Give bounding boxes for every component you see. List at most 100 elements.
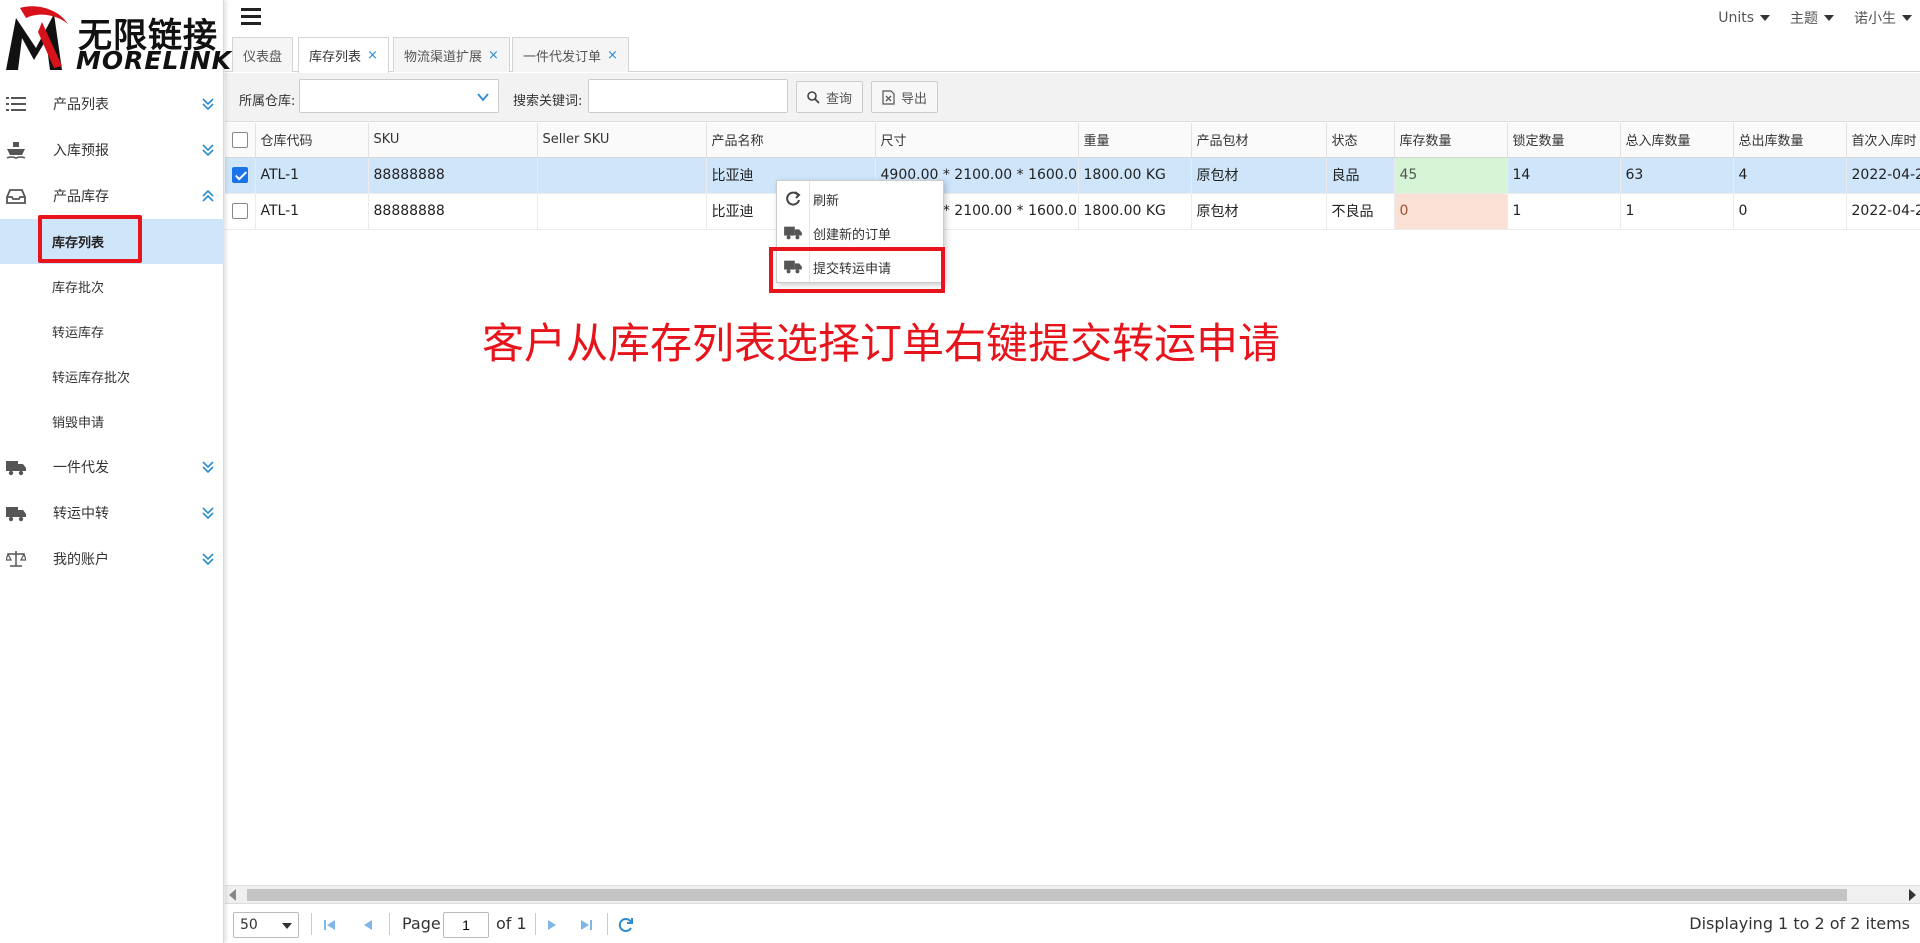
- context-menu-label: 创建新的订单: [813, 227, 892, 243]
- caret-down-icon: [282, 923, 292, 929]
- sidebar-group-label: 产品列表: [53, 97, 109, 113]
- hamburger-menu-icon[interactable]: [241, 8, 261, 25]
- brand-logo[interactable]: 无限链接 MORELINK: [0, 0, 231, 76]
- chevron-down-icon: [477, 93, 489, 102]
- close-icon[interactable]: ×: [367, 48, 378, 63]
- page-size-select[interactable]: 50: [233, 912, 299, 938]
- sidebar-item-label: 销毁申请: [52, 416, 105, 431]
- sidebar-group-my-account[interactable]: 我的账户: [0, 536, 224, 582]
- select-all-checkbox[interactable]: [231, 131, 248, 148]
- scroll-right-icon[interactable]: [1909, 889, 1916, 901]
- context-menu-item-create-order[interactable]: 创建新的订单: [777, 216, 943, 250]
- row-checkbox[interactable]: [231, 203, 248, 219]
- excel-export-icon: [882, 89, 895, 105]
- tab-dashboard[interactable]: 仪表盘: [232, 37, 294, 72]
- column-header[interactable]: 库存数量: [1394, 123, 1508, 158]
- page-number-input[interactable]: [443, 912, 489, 938]
- context-menu-item-submit-transfer[interactable]: 提交转运申请: [777, 250, 943, 284]
- sidebar-group-dropship[interactable]: 一件代发: [0, 444, 224, 490]
- last-page-icon[interactable]: [577, 916, 595, 934]
- row-select-cell[interactable]: [225, 157, 256, 194]
- column-header[interactable]: SKU: [368, 123, 538, 158]
- list-icon: [6, 97, 26, 111]
- search-button-label: 查询: [826, 91, 853, 107]
- chevron-double-down-icon: [202, 461, 214, 474]
- tab-stock-list[interactable]: 库存列表 ×: [298, 37, 389, 73]
- select-all-cell[interactable]: [225, 123, 256, 158]
- column-header[interactable]: 首次入库时: [1846, 123, 1920, 158]
- column-header[interactable]: 总出库数量: [1733, 123, 1847, 158]
- table-cell: ATL-1: [255, 157, 369, 194]
- column-header[interactable]: 产品包材: [1191, 123, 1327, 158]
- sidebar-item-destroy-request[interactable]: 销毁申请: [0, 399, 224, 444]
- horizontal-scrollbar[interactable]: [225, 885, 1920, 903]
- chevron-double-down-icon: [202, 553, 214, 566]
- next-page-icon[interactable]: [543, 916, 561, 934]
- context-menu-item-refresh[interactable]: 刷新: [777, 182, 943, 216]
- sidebar-group-label: 我的账户: [53, 552, 109, 568]
- column-header[interactable]: 状态: [1326, 123, 1395, 158]
- refresh-icon[interactable]: [617, 916, 635, 934]
- column-header[interactable]: Seller SKU: [537, 123, 707, 158]
- row-checkbox[interactable]: [231, 167, 248, 183]
- column-header[interactable]: 重量: [1078, 123, 1192, 158]
- search-icon: [807, 90, 820, 104]
- units-dropdown[interactable]: Units: [1718, 8, 1770, 28]
- table-row[interactable]: ATL-1 88888888 比亚迪 4900.00 * 2100.00 * 1…: [225, 157, 1920, 194]
- column-header[interactable]: 仓库代码: [255, 123, 369, 158]
- top-right-menus: Units 主题 诺小生: [1718, 8, 1912, 28]
- pager-separator: [535, 913, 536, 935]
- table-cell: 63: [1620, 157, 1734, 194]
- first-page-icon[interactable]: [321, 916, 339, 934]
- scale-icon: [6, 551, 26, 567]
- user-name: 诺小生: [1854, 11, 1896, 27]
- sidebar-item-stock-batch[interactable]: 库存批次: [0, 264, 224, 309]
- warehouse-select[interactable]: [299, 79, 499, 113]
- table-row[interactable]: ATL-1 88888888 比亚迪 4900.00 * 2100.00 * 1…: [225, 193, 1920, 230]
- table-cell: 2022-04-22: [1846, 193, 1920, 230]
- scrollbar-thumb[interactable]: [247, 889, 1847, 901]
- table-cell: 0: [1733, 193, 1847, 230]
- sidebar-item-transfer-stock-batch[interactable]: 转运库存批次: [0, 354, 224, 399]
- stock-qty-cell: 45: [1394, 157, 1508, 194]
- export-button-label: 导出: [901, 91, 928, 107]
- keyword-input[interactable]: [588, 79, 788, 113]
- warehouse-label: 所属仓库:: [239, 94, 296, 109]
- sidebar-item-stock-list[interactable]: 库存列表: [0, 215, 224, 264]
- search-button[interactable]: 查询: [796, 81, 864, 113]
- column-header[interactable]: 锁定数量: [1507, 123, 1621, 158]
- chevron-double-down-icon: [202, 98, 214, 111]
- truck-icon: [784, 260, 802, 274]
- context-menu-label: 刷新: [813, 193, 840, 209]
- sidebar-group-product-list[interactable]: 产品列表: [0, 81, 224, 127]
- sidebar-group-product-stock[interactable]: 产品库存: [0, 173, 224, 219]
- tab-label: 物流渠道扩展: [404, 49, 483, 65]
- theme-dropdown[interactable]: 主题: [1790, 8, 1834, 28]
- tab-dropship-orders[interactable]: 一件代发订单 ×: [512, 37, 629, 72]
- export-button[interactable]: 导出: [871, 81, 939, 113]
- tab-label: 一件代发订单: [523, 49, 602, 65]
- caret-down-icon: [1902, 15, 1912, 21]
- sidebar-item-transfer-stock[interactable]: 转运库存: [0, 309, 224, 354]
- user-dropdown[interactable]: 诺小生: [1854, 8, 1912, 28]
- keyword-label: 搜索关键词:: [513, 94, 583, 109]
- sidebar-group-label: 一件代发: [53, 460, 109, 476]
- caret-down-icon: [1760, 15, 1770, 21]
- scroll-left-icon[interactable]: [229, 889, 236, 901]
- column-header[interactable]: 尺寸: [875, 123, 1079, 158]
- close-icon[interactable]: ×: [607, 48, 618, 63]
- sidebar-group-label: 产品库存: [53, 189, 109, 205]
- prev-page-icon[interactable]: [359, 916, 377, 934]
- table-cell: [537, 157, 707, 194]
- tab-logistics-channel[interactable]: 物流渠道扩展 ×: [393, 37, 510, 72]
- close-icon[interactable]: ×: [488, 48, 499, 63]
- table-cell: ATL-1: [255, 193, 369, 230]
- sidebar-group-inbound-forecast[interactable]: 入库预报: [0, 127, 224, 173]
- tab-label: 仪表盘: [243, 49, 283, 65]
- row-select-cell[interactable]: [225, 193, 256, 230]
- column-header[interactable]: 总入库数量: [1620, 123, 1734, 158]
- column-header[interactable]: 产品名称: [706, 123, 876, 158]
- sidebar-group-transfer[interactable]: 转运中转: [0, 490, 224, 536]
- context-menu: 刷新 创建新的订单 提交转运申请: [776, 180, 944, 283]
- page-size-value: 50: [240, 917, 258, 933]
